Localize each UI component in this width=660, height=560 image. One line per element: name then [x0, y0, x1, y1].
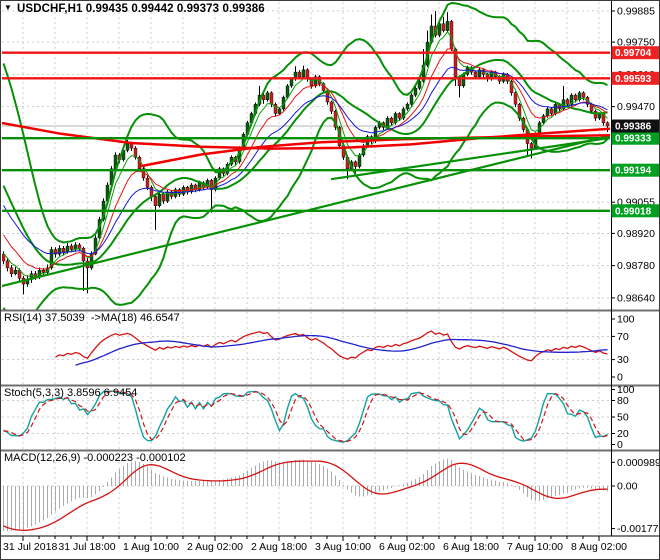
chart-window: 0.998850.997500.996100.994700.993300.991…: [0, 0, 660, 560]
time-axis[interactable]: [1, 536, 659, 559]
price-chart-area[interactable]: [1, 1, 611, 536]
price-axis[interactable]: [611, 1, 659, 536]
